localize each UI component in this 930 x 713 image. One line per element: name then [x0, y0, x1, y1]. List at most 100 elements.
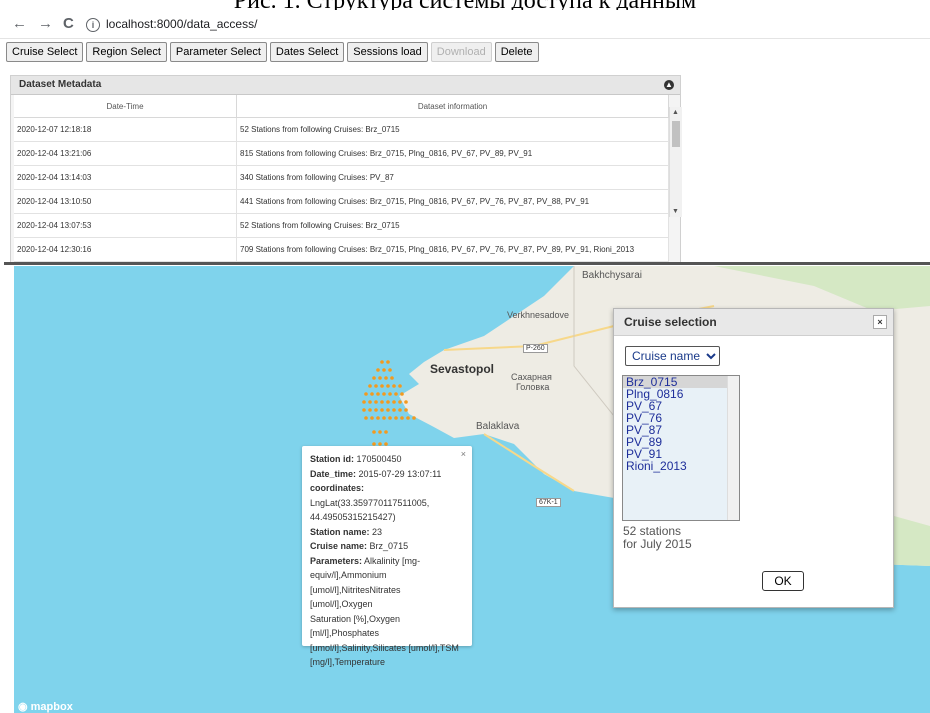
station-marker[interactable] — [372, 430, 376, 434]
ok-button[interactable]: OK — [762, 571, 804, 591]
station-marker[interactable] — [374, 400, 378, 404]
close-icon[interactable]: × — [873, 315, 887, 329]
station-marker[interactable] — [374, 408, 378, 412]
station-marker[interactable] — [394, 416, 398, 420]
station-marker[interactable] — [404, 400, 408, 404]
station-marker[interactable] — [370, 416, 374, 420]
station-marker[interactable] — [362, 400, 366, 404]
station-marker[interactable] — [400, 416, 404, 420]
table-row[interactable]: 2020-12-04 13:14:03 340 Stations from fol… — [14, 165, 669, 190]
mapbox-logo[interactable]: ◉ mapbox — [18, 700, 73, 713]
back-arrow-icon[interactable]: ← — [12, 15, 27, 32]
station-marker[interactable] — [370, 392, 374, 396]
station-marker[interactable] — [398, 400, 402, 404]
reload-icon[interactable]: C — [63, 15, 74, 32]
close-icon[interactable]: × — [461, 447, 466, 462]
column-header-datetime[interactable]: Date-Time — [14, 95, 237, 118]
row-info: 52 Stations from following Cruises: Brz_… — [236, 213, 669, 238]
dates-select-button[interactable]: Dates Select — [269, 42, 345, 62]
row-info: 709 Stations from following Cruises: Brz… — [236, 237, 669, 262]
station-marker[interactable] — [390, 376, 394, 380]
browser-address-bar: ← → C i localhost:8000/data_access/ — [0, 10, 930, 39]
scrollbar-thumb[interactable] — [672, 121, 680, 147]
station-marker[interactable] — [376, 416, 380, 420]
region-select-button[interactable]: Region Select — [86, 42, 167, 62]
delete-button[interactable]: Delete — [494, 42, 539, 62]
sessions-load-button[interactable]: Sessions load — [347, 42, 428, 62]
station-marker[interactable] — [412, 416, 416, 420]
popup-params: Saturation [%],Oxygen [ml/l],Phosphates — [310, 613, 401, 639]
station-marker[interactable] — [398, 384, 402, 388]
station-marker[interactable] — [380, 408, 384, 412]
map-label-verkhnesadove: Verkhnesadove — [507, 310, 570, 320]
station-popup: × Station id: 170500450 Date_time: 2015-… — [302, 446, 472, 667]
popup-params: [umol/l],Salinity,Silicates [umol/l],TSM — [310, 642, 459, 653]
parameter-select-button[interactable]: Parameter Select — [169, 42, 267, 62]
station-marker[interactable] — [382, 416, 386, 420]
table-row[interactable]: 2020-12-07 12:18:18 52 Stations from foll… — [14, 117, 669, 142]
station-marker[interactable] — [394, 392, 398, 396]
station-marker[interactable] — [372, 376, 376, 380]
station-marker[interactable] — [388, 416, 392, 420]
metadata-title: Dataset Metadata — [19, 79, 102, 90]
station-marker[interactable] — [392, 384, 396, 388]
map-label-golovka: Головка — [516, 382, 550, 392]
listbox-scrollbar[interactable] — [727, 376, 739, 520]
station-marker[interactable] — [368, 384, 372, 388]
cruise-listbox[interactable]: Brz_0715 Plng_0816 PV_67 PV_76 PV_87 PV_… — [622, 375, 740, 521]
table-row[interactable]: 2020-12-04 12:30:16 709 Stations from fol… — [14, 237, 669, 262]
station-marker[interactable] — [374, 384, 378, 388]
station-marker[interactable] — [380, 400, 384, 404]
station-marker[interactable] — [392, 400, 396, 404]
station-marker[interactable] — [392, 408, 396, 412]
station-marker[interactable] — [386, 408, 390, 412]
list-item[interactable]: Rioni_2013 — [623, 460, 739, 472]
download-button[interactable]: Download — [430, 42, 492, 62]
station-marker[interactable] — [376, 368, 380, 372]
station-marker[interactable] — [380, 360, 384, 364]
scroll-up-icon[interactable]: ▲ — [672, 109, 679, 116]
station-marker[interactable] — [404, 408, 408, 412]
station-marker[interactable] — [388, 368, 392, 372]
station-marker[interactable] — [400, 392, 404, 396]
station-marker[interactable] — [386, 400, 390, 404]
row-datetime: 2020-12-07 12:18:18 — [14, 117, 237, 142]
table-row[interactable]: 2020-12-04 13:10:50 441 Stations from fol… — [14, 189, 669, 214]
forward-arrow-icon[interactable]: → — [38, 15, 53, 32]
url-text[interactable]: localhost:8000/data_access/ — [106, 17, 257, 31]
panel-splitter[interactable] — [4, 262, 930, 265]
station-marker[interactable] — [364, 416, 368, 420]
row-info: 441 Stations from following Cruises: Brz… — [236, 189, 669, 214]
station-marker[interactable] — [362, 408, 366, 412]
station-marker[interactable] — [384, 376, 388, 380]
station-marker[interactable] — [368, 400, 372, 404]
popup-coords-label: coordinates: — [310, 483, 365, 493]
station-marker[interactable] — [388, 392, 392, 396]
row-datetime: 2020-12-04 13:10:50 — [14, 189, 237, 214]
station-marker[interactable] — [382, 392, 386, 396]
station-marker[interactable] — [378, 376, 382, 380]
cruise-select-button[interactable]: Cruise Select — [6, 42, 84, 62]
station-marker[interactable] — [380, 384, 384, 388]
collapse-icon[interactable]: ▲ — [664, 80, 674, 90]
station-marker[interactable] — [368, 408, 372, 412]
station-marker[interactable] — [384, 430, 388, 434]
station-marker[interactable] — [382, 368, 386, 372]
cruise-name-select[interactable]: Cruise name — [625, 346, 720, 366]
station-marker[interactable] — [398, 408, 402, 412]
scroll-down-icon[interactable]: ▼ — [672, 208, 679, 215]
station-marker[interactable] — [376, 392, 380, 396]
station-marker[interactable] — [386, 360, 390, 364]
popup-cruise: Cruise name: Brz_0715 — [310, 541, 409, 551]
station-marker[interactable] — [364, 392, 368, 396]
row-datetime: 2020-12-04 13:07:53 — [14, 213, 237, 238]
table-row[interactable]: 2020-12-04 13:21:06 815 Stations from fol… — [14, 141, 669, 166]
table-scrollbar[interactable]: ▲ ▼ — [669, 107, 682, 217]
station-marker[interactable] — [386, 384, 390, 388]
station-marker[interactable] — [406, 416, 410, 420]
info-icon[interactable]: i — [86, 18, 100, 32]
station-marker[interactable] — [378, 430, 382, 434]
column-header-dataset-info[interactable]: Dataset information — [236, 95, 669, 118]
row-datetime: 2020-12-04 13:14:03 — [14, 165, 237, 190]
table-row[interactable]: 2020-12-04 13:07:53 52 Stations from foll… — [14, 213, 669, 238]
